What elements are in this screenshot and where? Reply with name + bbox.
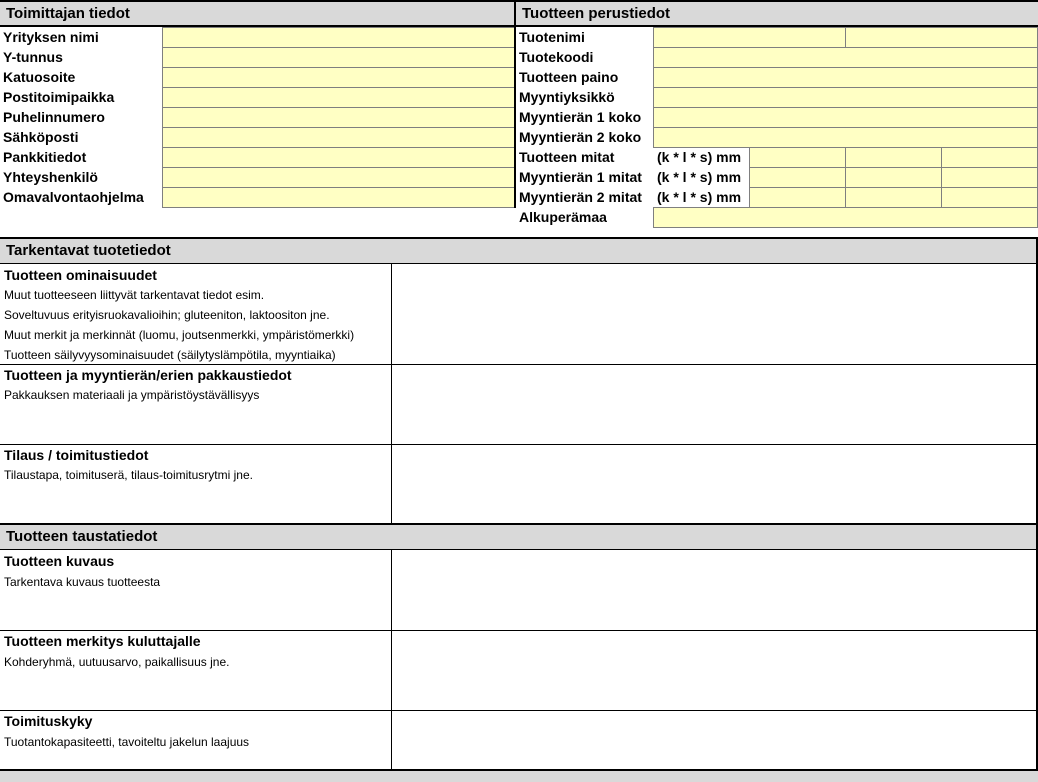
- product-dim-s[interactable]: [941, 147, 1038, 168]
- supplier-input-contact[interactable]: [162, 167, 515, 188]
- supplier-input-business-id[interactable]: [162, 47, 515, 68]
- dimension-unit-product: (k * l * s) mm: [657, 149, 742, 165]
- supplier-label-street: Katuosoite: [3, 69, 76, 85]
- supplier-label-email: Sähköposti: [3, 129, 79, 145]
- consumer-value-desc-1: Kohderyhmä, uutuusarvo, paikallisuus jne…: [4, 655, 230, 669]
- consumer-value-input[interactable]: [392, 631, 1037, 710]
- packaging-title: Tuotteen ja myyntierän/erien pakkaustied…: [4, 367, 292, 383]
- supplier-input-phone[interactable]: [162, 107, 515, 128]
- supplier-label-city: Postitoimipaikka: [3, 89, 115, 105]
- ordering-desc-1: Tilaustapa, toimituserä, tilaus-toimitus…: [4, 468, 253, 482]
- bottom-strip: [0, 771, 1038, 782]
- supplier-header: Toimittajan tiedot: [0, 2, 514, 26]
- batch2-dim-k[interactable]: [749, 187, 846, 208]
- product-label-code: Tuotekoodi: [519, 49, 594, 65]
- product-basic-header: Tuotteen perustiedot: [516, 2, 1038, 26]
- supplier-input-bank[interactable]: [162, 147, 515, 168]
- product-input-sales-unit[interactable]: [653, 87, 1038, 108]
- ordering-title: Tilaus / toimitustiedot: [4, 447, 149, 463]
- supplier-label-phone: Puhelinnumero: [3, 109, 105, 125]
- background-vertical-divider: [391, 550, 392, 769]
- packaging-desc-1: Pakkauksen materiaali ja ympäristöystävä…: [4, 388, 260, 402]
- product-label-batch2-dimensions: Myyntierän 2 mitat: [519, 189, 642, 205]
- batch1-dim-l[interactable]: [845, 167, 942, 188]
- description-title: Tuotteen kuvaus: [4, 553, 115, 569]
- product-label-weight: Tuotteen paino: [519, 69, 619, 85]
- batch1-dim-k[interactable]: [749, 167, 846, 188]
- supplier-input-email[interactable]: [162, 127, 515, 148]
- product-input-weight[interactable]: [653, 67, 1038, 88]
- delivery-capacity-input[interactable]: [392, 711, 1037, 769]
- dimension-unit-batch2: (k * l * s) mm: [657, 189, 742, 205]
- product-input-batch2-size[interactable]: [653, 127, 1038, 148]
- packaging-input[interactable]: [392, 365, 1037, 444]
- supplier-input-company[interactable]: [162, 27, 515, 48]
- product-label-sales-unit: Myyntiyksikkö: [519, 89, 615, 105]
- product-label-origin: Alkuperämaa: [519, 209, 607, 225]
- properties-desc-3: Muut merkit ja merkinnät (luomu, joutsen…: [4, 328, 355, 342]
- product-input-name-b[interactable]: [845, 27, 1038, 48]
- product-label-batch1-size: Myyntierän 1 koko: [519, 109, 642, 125]
- product-input-code[interactable]: [653, 47, 1038, 68]
- supplier-label-bank: Pankkitiedot: [3, 149, 87, 165]
- properties-title: Tuotteen ominaisuudet: [4, 267, 157, 283]
- supplier-label-selfcontrol: Omavalvontaohjelma: [3, 189, 144, 205]
- supplier-label-contact: Yhteyshenkilö: [3, 169, 98, 185]
- product-label-name: Tuotenimi: [519, 29, 585, 45]
- supplier-input-city[interactable]: [162, 87, 515, 108]
- detailed-vertical-divider: [391, 264, 392, 523]
- ordering-input[interactable]: [392, 445, 1037, 523]
- product-input-name-a[interactable]: [653, 27, 846, 48]
- background-header: Tuotteen taustatiedot: [0, 525, 1038, 549]
- batch2-dim-l[interactable]: [845, 187, 942, 208]
- supplier-label-company: Yrityksen nimi: [3, 29, 99, 45]
- delivery-capacity-desc-1: Tuotantokapasiteetti, tavoiteltu jakelun…: [4, 735, 250, 749]
- batch2-dim-s[interactable]: [941, 187, 1038, 208]
- description-input[interactable]: [392, 550, 1037, 630]
- dimension-unit-batch1: (k * l * s) mm: [657, 169, 742, 185]
- batch1-dim-s[interactable]: [941, 167, 1038, 188]
- supplier-input-street[interactable]: [162, 67, 515, 88]
- product-dim-l[interactable]: [845, 147, 942, 168]
- properties-desc-2: Soveltuvuus erityisruokavalioihin; glute…: [4, 308, 330, 322]
- consumer-value-title: Tuotteen merkitys kuluttajalle: [4, 633, 201, 649]
- supplier-label-business-id: Y-tunnus: [3, 49, 63, 65]
- delivery-capacity-title: Toimituskyky: [4, 713, 93, 729]
- product-label-batch2-size: Myyntierän 2 koko: [519, 129, 642, 145]
- properties-desc-4: Tuotteen säilyvyysominaisuudet (säilytys…: [4, 348, 336, 362]
- properties-desc-1: Muut tuotteeseen liittyvät tarkentavat t…: [4, 288, 265, 302]
- properties-input[interactable]: [392, 264, 1037, 364]
- detailed-header: Tarkentavat tuotetiedot: [0, 239, 1038, 263]
- description-desc-1: Tarkentava kuvaus tuotteesta: [4, 575, 161, 589]
- product-label-dimensions: Tuotteen mitat: [519, 149, 615, 165]
- product-dim-k[interactable]: [749, 147, 846, 168]
- supplier-input-selfcontrol[interactable]: [162, 187, 515, 208]
- product-input-origin[interactable]: [653, 207, 1038, 228]
- product-label-batch1-dimensions: Myyntierän 1 mitat: [519, 169, 642, 185]
- product-input-batch1-size[interactable]: [653, 107, 1038, 128]
